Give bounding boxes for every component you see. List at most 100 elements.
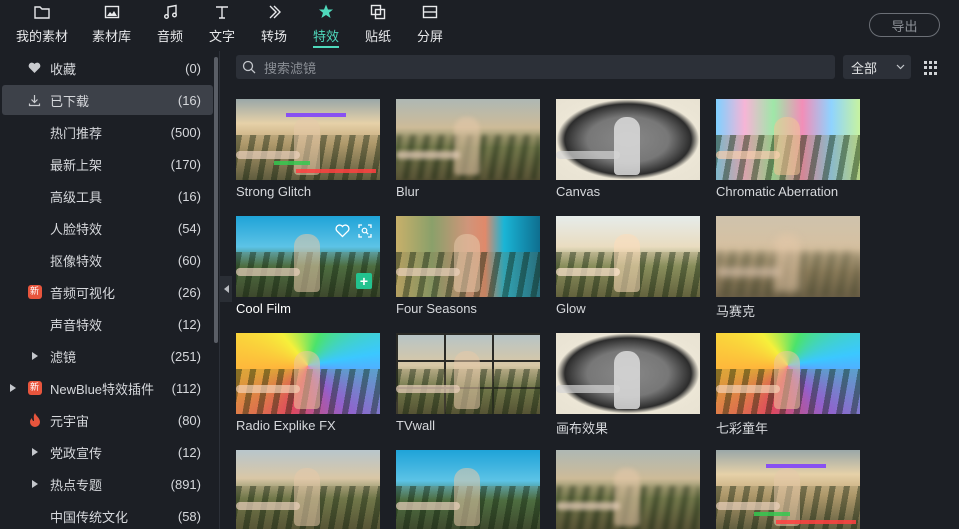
tab-label: 文字 xyxy=(209,29,236,44)
effect-thumbnail[interactable] xyxy=(396,216,540,297)
expand-arrow-icon[interactable] xyxy=(10,384,16,392)
effect-thumbnail[interactable] xyxy=(716,216,860,297)
sidebar-item-sound-effects[interactable]: 声音特效 (12) xyxy=(2,309,213,339)
sidebar-item-favorites[interactable]: 收藏 (0) xyxy=(2,53,213,83)
grid-view-icon[interactable] xyxy=(924,61,938,75)
tab-sticker[interactable]: 贴纸 xyxy=(365,0,391,48)
sidebar-item-label: 抠像特效 xyxy=(50,253,103,269)
sidebar-item-count: (170) xyxy=(170,156,201,172)
effect-card[interactable] xyxy=(396,450,540,529)
expand-arrow-icon[interactable] xyxy=(32,480,38,488)
effect-thumbnail[interactable] xyxy=(396,450,540,529)
sidebar-item-newblue-plugins[interactable]: 新 NewBlue特效插件 (112) xyxy=(2,373,213,403)
sidebar-item-count: (891) xyxy=(170,476,201,492)
tab-label: 素材库 xyxy=(92,29,132,44)
favorite-heart-icon[interactable] xyxy=(335,224,350,238)
arm-shape xyxy=(716,502,780,510)
add-effect-button[interactable]: + xyxy=(356,273,372,289)
effect-card[interactable]: + Cool Film xyxy=(236,216,380,316)
effect-thumbnail[interactable] xyxy=(556,99,700,180)
arm-shape xyxy=(716,268,780,276)
chevron-down-icon xyxy=(896,64,905,70)
effect-card[interactable]: Radio Explike FX xyxy=(236,333,380,433)
effect-thumbnail[interactable] xyxy=(236,99,380,180)
effect-card[interactable] xyxy=(236,450,380,529)
sidebar-scrollbar[interactable] xyxy=(214,57,218,343)
effect-card[interactable]: Chromatic Aberration xyxy=(716,99,860,199)
sidebar-item-chinese-culture[interactable]: 中国传统文化 (58) xyxy=(2,501,213,529)
sticker-icon xyxy=(370,4,386,20)
tab-library[interactable]: 素材库 xyxy=(92,0,131,48)
arm-shape xyxy=(556,268,620,276)
sidebar-item-trending[interactable]: 热门推荐 (500) xyxy=(2,117,213,147)
sidebar-item-label: 高级工具 xyxy=(50,189,103,205)
person-figure xyxy=(454,117,480,175)
sidebar-item-count: (54) xyxy=(177,220,201,236)
filter-dropdown[interactable]: 全部 xyxy=(843,55,911,79)
effect-card[interactable]: 七彩童年 xyxy=(716,333,860,437)
sidebar-item-count: (251) xyxy=(170,348,201,364)
arm-shape xyxy=(556,502,620,510)
expand-arrow-icon[interactable] xyxy=(32,448,38,456)
tab-text[interactable]: 文字 xyxy=(209,0,235,48)
collapse-sidebar-button[interactable] xyxy=(220,276,232,302)
search-input[interactable]: 搜索滤镜 xyxy=(236,55,835,79)
sidebar-item-label: 收藏 xyxy=(50,61,77,77)
effect-thumbnail[interactable] xyxy=(396,99,540,180)
effect-thumbnail[interactable] xyxy=(556,333,700,414)
effect-card[interactable]: Glow xyxy=(556,216,700,316)
new-badge-icon: 新 xyxy=(27,381,42,396)
effect-name: Strong Glitch xyxy=(236,184,312,199)
effect-thumbnail[interactable] xyxy=(236,333,380,414)
effect-thumbnail[interactable] xyxy=(236,450,380,529)
effect-thumbnail[interactable] xyxy=(556,216,700,297)
expand-arrow-icon[interactable] xyxy=(32,352,38,360)
sidebar-item-audio-visualizer[interactable]: 新 音频可视化 (26) xyxy=(2,277,213,307)
effect-thumbnail[interactable] xyxy=(396,333,540,414)
effect-card[interactable] xyxy=(556,450,700,529)
tab-transition[interactable]: 转场 xyxy=(261,0,287,48)
effect-name: Canvas xyxy=(556,184,601,199)
effect-thumbnail[interactable] xyxy=(716,450,860,529)
effect-thumbnail[interactable] xyxy=(556,450,700,529)
person-figure xyxy=(774,351,800,409)
tab-my-media[interactable]: 我的素材 xyxy=(16,0,68,48)
sidebar-item-metaverse[interactable]: 元宇宙 (80) xyxy=(2,405,213,435)
new-badge: 新 xyxy=(27,285,42,299)
arm-shape xyxy=(236,151,300,159)
tab-effects[interactable]: 特效 xyxy=(313,0,340,48)
effect-card[interactable]: Blur xyxy=(396,99,540,199)
export-button[interactable]: 导出 xyxy=(869,13,940,37)
sidebar-item-label: 中国传统文化 xyxy=(50,509,129,525)
arm-shape xyxy=(396,151,460,159)
sidebar-item-new-arrivals[interactable]: 最新上架 (170) xyxy=(2,149,213,179)
sidebar-item-filters[interactable]: 滤镜 (251) xyxy=(2,341,213,371)
effect-thumbnail[interactable]: + xyxy=(236,216,380,297)
sidebar-item-hot-topics[interactable]: 热点专题 (891) xyxy=(2,469,213,499)
split-screen-icon xyxy=(422,5,438,19)
effect-thumbnail[interactable] xyxy=(716,99,860,180)
effect-card[interactable]: 马赛克 xyxy=(716,216,860,320)
effect-card[interactable]: 画布效果 xyxy=(556,333,700,437)
effect-name: Four Seasons xyxy=(396,301,477,316)
effect-card[interactable]: Canvas xyxy=(556,99,700,199)
sidebar-item-party-promotion[interactable]: 党政宣传 (12) xyxy=(2,437,213,467)
tab-split-screen[interactable]: 分屏 xyxy=(417,0,443,48)
glitch-bar xyxy=(286,113,346,117)
sidebar-item-downloaded[interactable]: 已下载 (16) xyxy=(2,85,213,115)
effect-card[interactable]: Four Seasons xyxy=(396,216,540,316)
tab-label: 转场 xyxy=(261,29,288,44)
effect-card[interactable]: TVwall xyxy=(396,333,540,433)
sidebar-item-keying-effects[interactable]: 抠像特效 (60) xyxy=(2,245,213,275)
effect-card[interactable] xyxy=(716,450,860,529)
sidebar-item-face-effects[interactable]: 人脸特效 (54) xyxy=(2,213,213,243)
person-figure xyxy=(774,117,800,175)
person-figure xyxy=(774,234,800,292)
preview-icon[interactable] xyxy=(358,224,372,238)
effect-thumbnail[interactable] xyxy=(716,333,860,414)
tab-audio[interactable]: 音频 xyxy=(157,0,183,48)
effect-name: Blur xyxy=(396,184,420,199)
arm-shape xyxy=(556,385,620,393)
effect-card[interactable]: Strong Glitch xyxy=(236,99,380,199)
sidebar-item-advanced-tools[interactable]: 高级工具 (16) xyxy=(2,181,213,211)
